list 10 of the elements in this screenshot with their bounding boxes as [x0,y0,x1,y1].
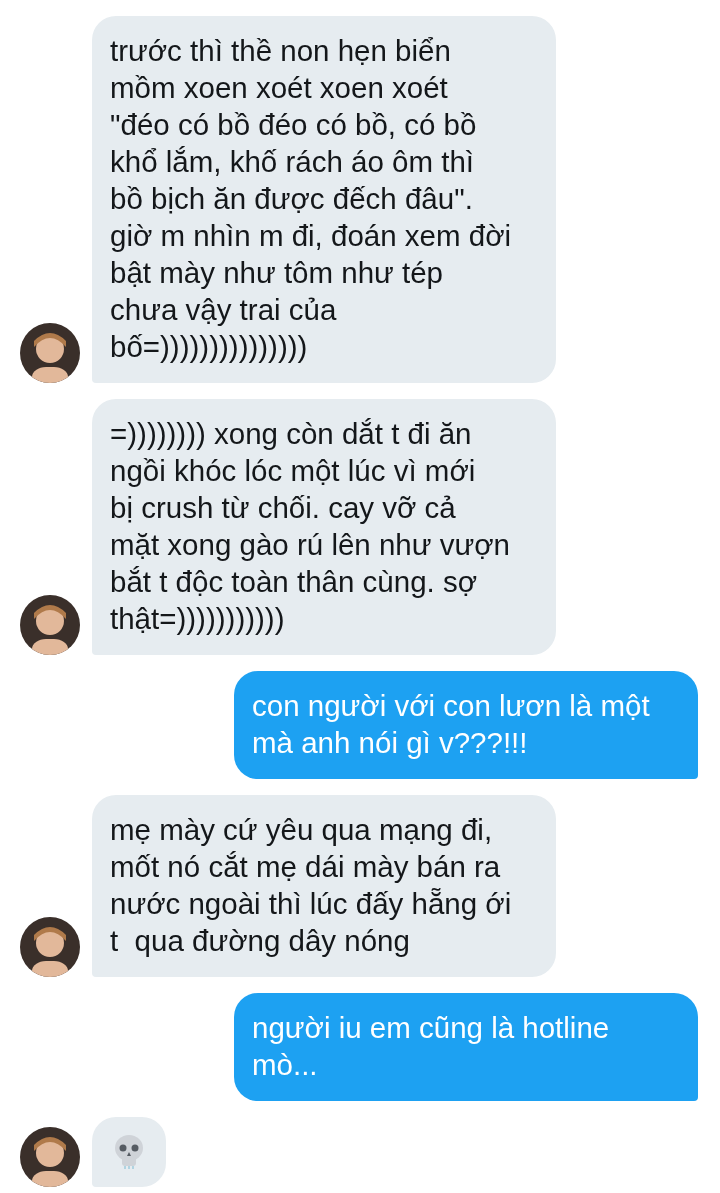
message-bubble: mẹ mày cứ yêu qua mạng đi, mốt nó cắt mẹ dái mày bán ra nước ngoài thì lúc đấy hẵng ới t qua đường dây nóng [92,795,556,977]
skull-icon [113,1134,145,1170]
message-bubble: con người với con lươn là một mà anh nói gì v???!!! [234,671,698,779]
avatar[interactable] [20,323,80,383]
avatar[interactable] [20,595,80,655]
avatar[interactable] [20,1127,80,1187]
message-bubble: =)))))))) xong còn dắt t đi ăn ngồi khóc lóc một lúc vì mới bị crush từ chối. cay vỡ cả mặt xong gào rú lên như vượn bắt t độc toàn thân cùng. sợ thật=))))))))))) [92,399,556,655]
avatar[interactable] [20,917,80,977]
message-bubble: người iu em cũng là hotline mò... [234,993,698,1101]
message-bubble: trước thì thề non hẹn biển mồm xoen xoét xoen xoét "đéo có bồ đéo có bồ, có bồ khổ lắm, khố rách áo ôm thì bồ bịch ăn được đếch đâu". giờ m nhìn m đi, đoán xem đời bật mày như tôm như tép chưa vậy trai của bố=))))))))))))))) [92,16,556,383]
